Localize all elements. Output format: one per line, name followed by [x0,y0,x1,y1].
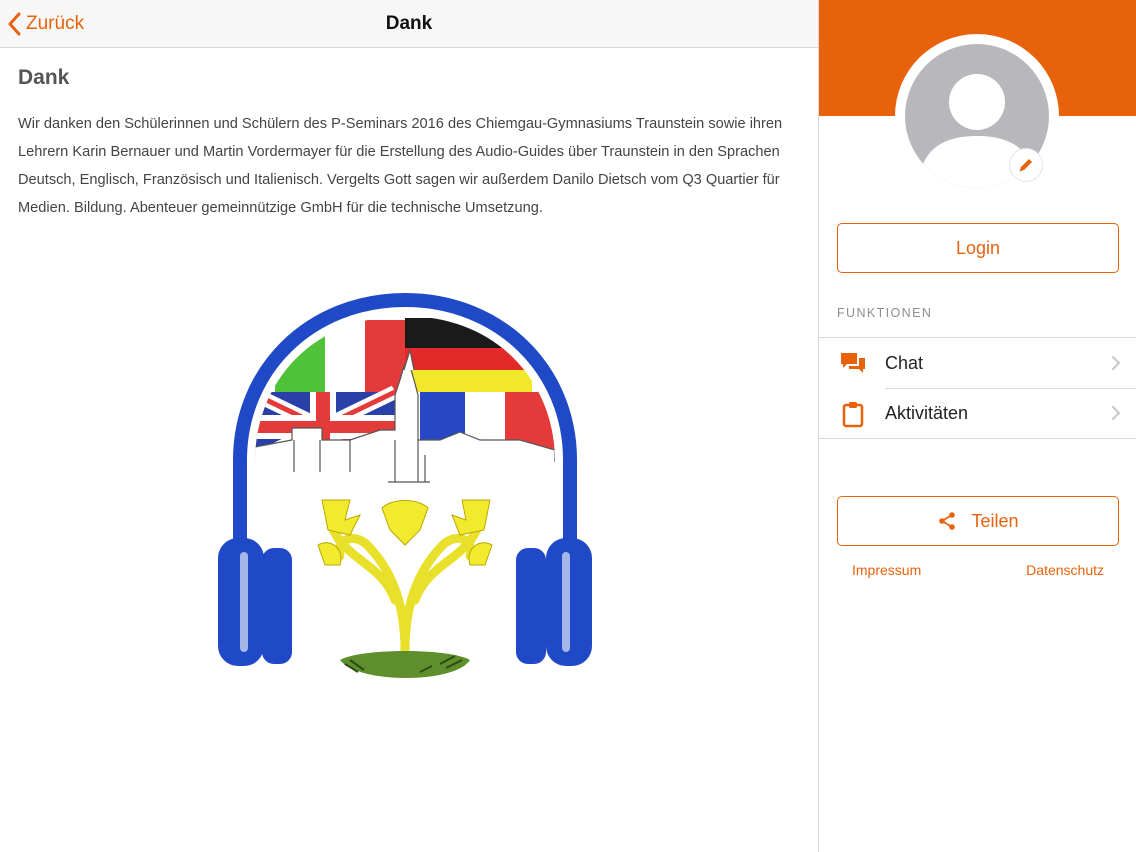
menu-label-chat: Chat [885,353,924,373]
chevron-right-icon [1112,406,1120,420]
share-icon [939,512,956,530]
chevron-right-icon [1112,356,1120,370]
datenschutz-link[interactable]: Datenschutz [1026,562,1104,578]
main-content-pane: Zurück Dank Dank Wir danken den Schüleri… [0,0,818,852]
menu-item-aktivitaeten[interactable]: Aktivitäten [819,388,1136,438]
edit-profile-button[interactable] [1009,148,1043,182]
sidebar: Login FUNKTIONEN Chat Aktivitäten Teilen… [818,0,1136,852]
thanks-paragraph: Wir danken den Schülerinnen und Schülern… [18,116,783,216]
functions-menu: Chat Aktivitäten [819,337,1136,439]
section-header-funktionen: FUNKTIONEN [837,306,933,320]
clipboard-icon [842,402,864,428]
nav-title: Dank [385,13,433,34]
navigation-bar: Zurück Dank [0,0,818,48]
page-heading: Dank [18,66,70,89]
pencil-icon [1019,159,1032,172]
share-label: Teilen [971,510,1019,531]
login-label: Login [955,237,1001,258]
menu-item-chat[interactable]: Chat [819,338,1136,388]
menu-label-aktivitaeten: Aktivitäten [885,403,969,423]
chat-bubbles-icon [841,353,865,373]
impressum-link[interactable]: Impressum [852,562,921,578]
share-button[interactable]: Teilen [837,496,1119,546]
audio-guide-headphones-logo [218,292,592,678]
login-button[interactable]: Login [837,223,1119,273]
